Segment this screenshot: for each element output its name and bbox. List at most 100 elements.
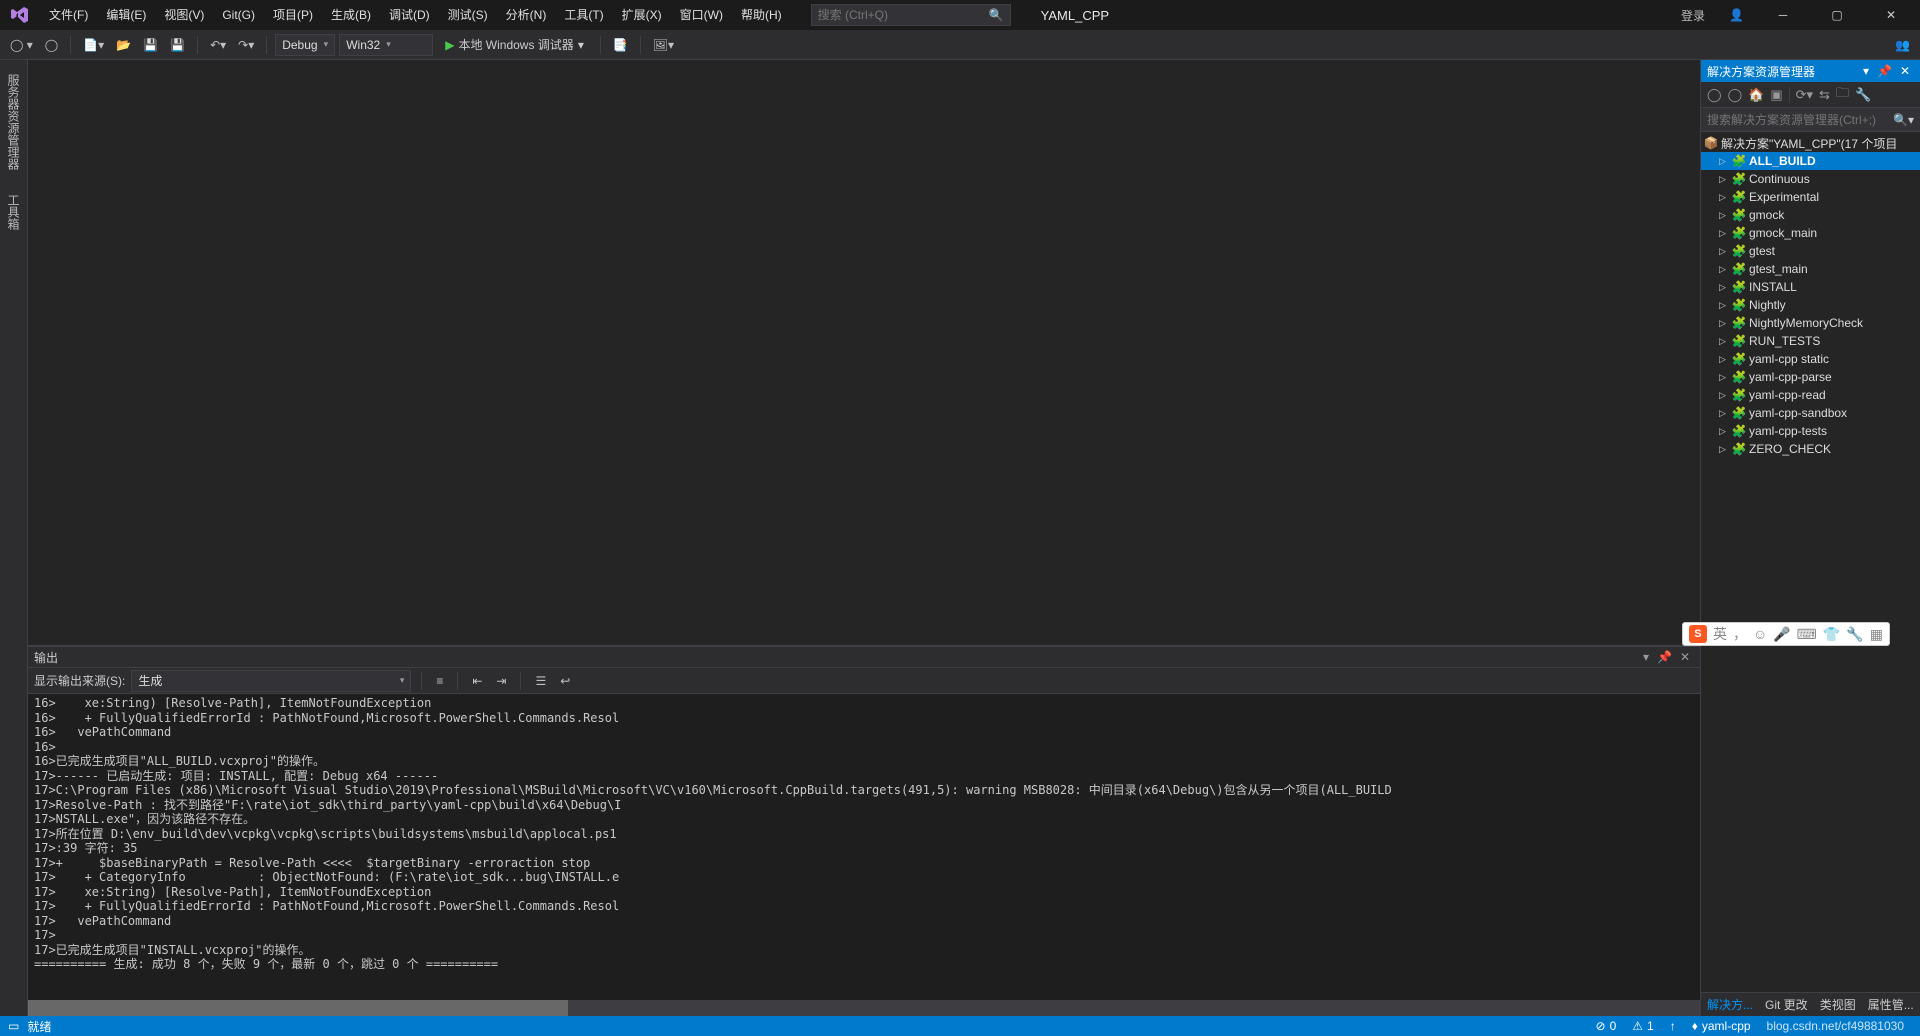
expand-icon[interactable]: ▷ — [1719, 192, 1731, 203]
ime-keyboard-icon[interactable]: ⌨ — [1797, 626, 1817, 643]
expand-icon[interactable]: ▷ — [1719, 354, 1731, 365]
horizontal-scrollbar[interactable] — [28, 1000, 1700, 1016]
menu-help[interactable]: 帮助(H) — [732, 0, 791, 30]
expand-icon[interactable]: ▷ — [1719, 336, 1731, 347]
sync-icon[interactable]: ⟳▾ — [1796, 87, 1813, 103]
show-all-icon[interactable]: 🗀 — [1836, 84, 1849, 106]
indent-more-icon[interactable]: ⇥ — [492, 672, 510, 690]
ime-toolbar[interactable]: S 英 ， ☺ 🎤 ⌨ 👕 🔧 ▦ — [1682, 622, 1890, 646]
word-wrap-button[interactable]: ↩ — [556, 672, 574, 690]
properties-icon[interactable]: 🔧 — [1855, 87, 1871, 103]
menu-git[interactable]: Git(G) — [213, 0, 264, 30]
ime-skin-icon[interactable]: 👕 — [1823, 626, 1840, 643]
ime-mic-icon[interactable]: 🎤 — [1773, 626, 1790, 643]
project-gtest-main[interactable]: ▷🧩gtest_main — [1701, 260, 1920, 278]
open-button[interactable]: 📂 — [112, 36, 135, 54]
toolbox-tab[interactable]: 工具箱 — [3, 190, 24, 234]
ime-lang[interactable]: 英 — [1713, 624, 1727, 644]
save-all-button[interactable]: 💾 — [166, 36, 189, 54]
ime-punct-icon[interactable]: ， — [1733, 624, 1747, 644]
project-experimental[interactable]: ▷🧩Experimental — [1701, 188, 1920, 206]
menu-analyze[interactable]: 分析(N) — [497, 0, 556, 30]
output-window-icon[interactable]: ▭ — [8, 1019, 19, 1033]
dropdown-icon[interactable]: ▾ — [1639, 650, 1653, 664]
expand-icon[interactable]: ▷ — [1719, 210, 1731, 221]
platform-dropdown[interactable]: Win32▾ — [339, 34, 433, 56]
expand-icon[interactable]: ▷ — [1719, 318, 1731, 329]
config-dropdown[interactable]: Debug▾ — [275, 34, 335, 56]
dropdown-icon[interactable]: ▾ — [1859, 64, 1873, 78]
expand-icon[interactable]: ▷ — [1719, 246, 1731, 257]
menu-view[interactable]: 视图(V) — [155, 0, 213, 30]
user-icon[interactable]: 👤 — [1721, 2, 1752, 28]
maximize-button[interactable]: ▢ — [1814, 0, 1860, 30]
ime-menu-icon[interactable]: ▦ — [1870, 626, 1883, 643]
expand-icon[interactable]: ▷ — [1719, 282, 1731, 293]
tool-extra1[interactable]: 📑 — [609, 36, 632, 54]
project-yaml-cpp-parse[interactable]: ▷🧩yaml-cpp-parse — [1701, 368, 1920, 386]
project-gmock-main[interactable]: ▷🧩gmock_main — [1701, 224, 1920, 242]
minimize-button[interactable]: ─ — [1760, 0, 1806, 30]
expand-icon[interactable]: ▷ — [1719, 156, 1731, 167]
start-debug-button[interactable]: ▶ 本地 Windows 调试器 ▾ — [437, 34, 592, 56]
tab-class-view[interactable]: 类视图 — [1814, 994, 1862, 1016]
undo-button[interactable]: ↶▾ — [206, 36, 230, 54]
pin-icon[interactable]: 📌 — [1653, 650, 1676, 664]
output-text[interactable]: 16> xe:String) [Resolve-Path], ItemNotFo… — [28, 694, 1700, 1000]
new-item-button[interactable]: 📄▾ — [79, 36, 108, 54]
expand-icon[interactable]: ▷ — [1719, 444, 1731, 455]
home-icon[interactable]: 🏠 — [1748, 87, 1764, 103]
project-nightly[interactable]: ▷🧩Nightly — [1701, 296, 1920, 314]
goto-prev-button[interactable]: ≡ — [432, 672, 447, 690]
close-button[interactable]: ✕ — [1868, 0, 1914, 30]
scrollbar-thumb[interactable] — [28, 1000, 568, 1016]
tab-solution[interactable]: 解决方... — [1701, 994, 1759, 1016]
solution-search-input[interactable] — [1707, 113, 1893, 127]
expand-icon[interactable]: ▷ — [1719, 174, 1731, 185]
status-warnings[interactable]: ⚠ 1 — [1624, 1019, 1661, 1033]
nav-fwd-button[interactable]: ◯ — [41, 36, 62, 54]
menu-test[interactable]: 测试(S) — [439, 0, 497, 30]
pin-icon[interactable]: 📌 — [1873, 64, 1896, 78]
project-install[interactable]: ▷🧩INSTALL — [1701, 278, 1920, 296]
status-vc-icon[interactable]: ↑ — [1662, 1019, 1684, 1033]
redo-button[interactable]: ↷▾ — [234, 36, 258, 54]
nav-back-button[interactable]: ◯ ▾ — [6, 36, 37, 54]
output-source-dropdown[interactable]: 生成 ▾ — [131, 670, 411, 692]
ime-tool-icon[interactable]: 🔧 — [1846, 626, 1863, 643]
fwd-icon[interactable]: ◯ — [1728, 87, 1743, 103]
menu-edit[interactable]: 编辑(E) — [97, 0, 155, 30]
clear-all-button[interactable]: ☰ — [531, 672, 550, 690]
switch-view-icon[interactable]: ▣ — [1770, 87, 1782, 103]
expand-icon[interactable]: ▷ — [1719, 426, 1731, 437]
expand-icon[interactable]: ▷ — [1719, 228, 1731, 239]
close-icon[interactable]: ✕ — [1676, 650, 1694, 664]
menu-extensions[interactable]: 扩展(X) — [613, 0, 671, 30]
live-share-icon[interactable]: 👥 — [1891, 36, 1914, 54]
status-errors[interactable]: ⊘ 0 — [1588, 1019, 1625, 1033]
status-branch[interactable]: ♦ yaml-cpp — [1684, 1019, 1759, 1033]
solution-search[interactable]: 🔍▾ — [1701, 108, 1920, 132]
back-icon[interactable]: ◯ — [1707, 87, 1722, 103]
global-search-input[interactable] — [818, 8, 989, 22]
close-icon[interactable]: ✕ — [1896, 64, 1914, 78]
project-yaml-cpp-sandbox[interactable]: ▷🧩yaml-cpp-sandbox — [1701, 404, 1920, 422]
menu-project[interactable]: 项目(P) — [264, 0, 322, 30]
expand-icon[interactable]: ▷ — [1719, 264, 1731, 275]
expand-icon[interactable]: ▷ — [1719, 300, 1731, 311]
project-all-build[interactable]: ▷🧩ALL_BUILD — [1701, 152, 1920, 170]
project-yaml-cpp-static[interactable]: ▷🧩yaml-cpp static — [1701, 350, 1920, 368]
indent-less-icon[interactable]: ⇤ — [468, 672, 486, 690]
global-search[interactable]: 🔍 — [811, 4, 1011, 26]
expand-icon[interactable]: ▷ — [1719, 372, 1731, 383]
expand-icon[interactable]: ▷ — [1719, 390, 1731, 401]
tool-extra2[interactable]: 🖼▾ — [649, 36, 678, 54]
ime-face-icon[interactable]: ☺ — [1753, 626, 1767, 642]
project-continuous[interactable]: ▷🧩Continuous — [1701, 170, 1920, 188]
menu-window[interactable]: 窗口(W) — [671, 0, 732, 30]
save-button[interactable]: 💾 — [139, 36, 162, 54]
server-explorer-tab[interactable]: 服务器资源管理器 — [3, 70, 24, 174]
project-nightlymemorycheck[interactable]: ▷🧩NightlyMemoryCheck — [1701, 314, 1920, 332]
tab-git-changes[interactable]: Git 更改 — [1759, 994, 1814, 1016]
project-zero-check[interactable]: ▷🧩ZERO_CHECK — [1701, 440, 1920, 458]
